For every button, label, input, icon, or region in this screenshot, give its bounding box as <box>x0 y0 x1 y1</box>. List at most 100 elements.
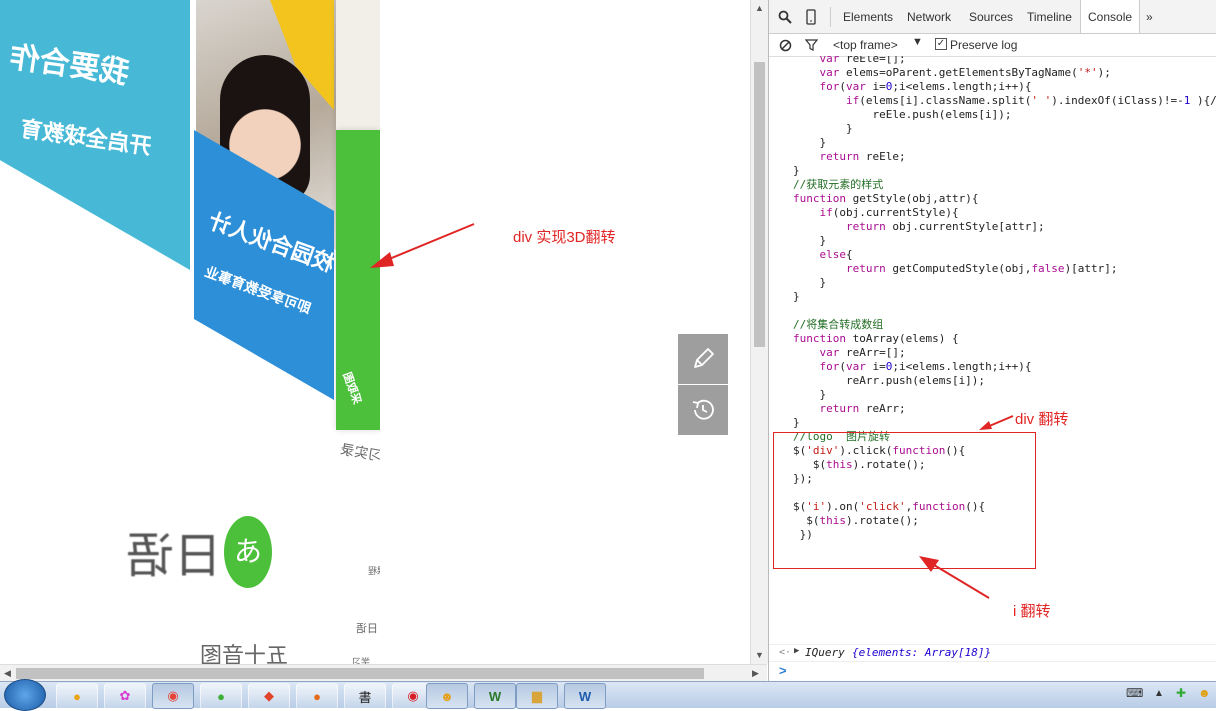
code-line: } <box>793 122 853 135</box>
clear-console-icon[interactable] <box>779 39 792 52</box>
code-line: reArr.push(elems[i]); <box>793 374 986 387</box>
scroll-down-arrow[interactable]: ▼ <box>755 650 764 660</box>
pencil-icon <box>694 348 714 368</box>
expand-triangle-icon[interactable]: ▶ <box>794 646 799 656</box>
vertical-scroll-thumb[interactable] <box>754 62 765 347</box>
console-output-detail[interactable]: {elements: Array[18]} <box>852 646 991 659</box>
code-line: } <box>793 290 800 303</box>
more-tabs-chevron-icon[interactable]: » <box>1146 0 1153 33</box>
taskbar-wps-icon[interactable]: W <box>474 683 516 709</box>
code-line: } <box>793 416 800 429</box>
console-input[interactable]: > <box>769 661 1216 680</box>
riyu-logo[interactable]: あ <box>224 516 272 588</box>
history-icon <box>692 399 714 420</box>
taskbar-book-icon[interactable]: 書 <box>344 683 386 709</box>
code-line: } <box>793 276 827 289</box>
taskbar-file-explorer-icon[interactable]: ▆ <box>516 683 558 709</box>
blue-card-subtitle: 即可享受教育事业 <box>202 263 314 317</box>
side-text-2: 日语 <box>356 622 378 635</box>
highlight-box <box>773 432 1036 569</box>
code-line: return reEle; <box>819 150 906 163</box>
side-text-1: 课程 <box>368 567 380 577</box>
green-card-text: 采取图 <box>340 370 363 406</box>
code-line: var elems=oParent.getElementsByTagName('… <box>819 66 1111 79</box>
scroll-up-arrow[interactable]: ▲ <box>755 3 764 13</box>
teal-card-subtitle: 开启全球教育 <box>18 115 153 160</box>
code-line: if(elems[i].className.split(' ').indexOf… <box>845 94 1216 107</box>
tab-network[interactable]: Network <box>907 0 951 33</box>
inspect-search-icon[interactable] <box>778 10 792 24</box>
tray-qq-icon[interactable]: ☻ <box>1198 686 1211 700</box>
code-line: //将集合转成数组 <box>793 318 884 331</box>
annotation-arrow-div3d <box>370 223 475 268</box>
taskbar-app-2-icon[interactable]: ✿ <box>104 683 146 709</box>
annotation-div-flip: div 翻转 <box>1015 411 1069 428</box>
code-line: var reEle=[]; <box>819 56 906 65</box>
tray-app-icon[interactable]: ✚ <box>1176 686 1186 700</box>
code-line: //获取元素的样式 <box>793 178 884 191</box>
gojuon-text: 五十音图 <box>200 644 289 664</box>
edit-tool-button[interactable] <box>678 334 728 384</box>
taskbar-word-icon[interactable]: W <box>564 683 606 709</box>
console-back-arrow-icon: <· <box>779 647 792 658</box>
annotation-div3d: div 实现3D翻转 <box>513 229 616 246</box>
taskbar-app-1-icon[interactable]: ● <box>56 683 98 709</box>
tab-console[interactable]: Console <box>1080 0 1141 33</box>
riyu-label: 日语 <box>126 528 223 584</box>
tab-sources[interactable]: Sources <box>969 0 1013 33</box>
page-horizontal-scrollbar[interactable]: ◀ ▶ <box>0 664 767 682</box>
code-line: } <box>793 164 800 177</box>
filter-icon[interactable] <box>805 39 818 51</box>
code-line: if(obj.currentStyle){ <box>819 206 959 219</box>
code-line: for(var i=0;i<elems.length;i++){ <box>819 360 1032 373</box>
tab-divider <box>830 7 831 27</box>
code-line: return obj.currentStyle[attr]; <box>845 220 1045 233</box>
tray-expand-icon[interactable]: ▲ <box>1154 688 1164 699</box>
horizontal-scroll-thumb[interactable] <box>16 668 704 679</box>
code-line: function getStyle(obj,attr){ <box>793 192 979 205</box>
scroll-right-arrow[interactable]: ▶ <box>752 668 759 679</box>
tab-timeline[interactable]: Timeline <box>1027 0 1072 33</box>
frame-select-chevron-down-icon[interactable]: ▼ <box>912 36 923 48</box>
frame-select[interactable]: <top frame> <box>833 38 898 52</box>
code-line: else{ <box>819 248 853 261</box>
devtools-panel: Elements Network Sources Timeline Consol… <box>768 0 1216 681</box>
code-line: function toArray(elems) { <box>793 332 959 345</box>
device-mode-icon[interactable] <box>806 9 816 25</box>
teal-card[interactable]: 我要合作 开启全球教育 <box>0 0 190 270</box>
taskbar-qq-icon[interactable]: ☻ <box>426 683 468 709</box>
start-orb-icon[interactable] <box>4 679 46 711</box>
card-caption: 取得学习实录 <box>339 441 380 473</box>
code-line: } <box>793 388 827 401</box>
flip-cards-3d[interactable]: 我要合作 开启全球教育 校园合伙人计 即可享受教育事业 采取图 取得学习实录 日… <box>0 0 380 664</box>
taskbar-firefox-icon[interactable]: ● <box>296 683 338 709</box>
history-tool-button[interactable] <box>678 385 728 435</box>
light-card <box>336 0 380 130</box>
annotation-arrow-i-flip <box>919 556 990 599</box>
taskbar-wechat-icon[interactable]: ● <box>200 683 242 709</box>
windows-taskbar: ● ✿ ◉ ● ◆ ● 書 ◉ ☻ W ▆ W ⌨ ▲ ✚ ☻ <box>0 679 1216 711</box>
console-output-row: <· ▶ IQuery {elements: Array[18]} <box>769 644 1216 661</box>
code-line: var reArr=[]; <box>819 346 906 359</box>
code-line: return reArr; <box>819 402 906 415</box>
console-toolbar: <top frame> ▼ ✓ Preserve log <box>769 34 1216 57</box>
page-viewport: 我要合作 开启全球教育 校园合伙人计 即可享受教育事业 采取图 取得学习实录 日… <box>0 0 750 664</box>
page-vertical-scrollbar[interactable]: ▲ ▼ <box>750 0 768 664</box>
teal-card-title: 我要合作 <box>7 40 132 91</box>
preserve-log-label: Preserve log <box>950 38 1018 52</box>
tab-elements[interactable]: Elements <box>843 0 893 33</box>
annotation-i-flip: i 翻转 <box>1013 603 1051 620</box>
preserve-log-checkbox[interactable]: ✓ <box>935 38 947 50</box>
green-card[interactable]: 采取图 <box>336 130 380 430</box>
devtools-tabbar: Elements Network Sources Timeline Consol… <box>769 0 1216 34</box>
code-line: reEle.push(elems[i]); <box>793 108 1012 121</box>
code-line: return getComputedStyle(obj,false)[attr]… <box>845 262 1118 275</box>
taskbar-chrome-icon[interactable]: ◉ <box>152 683 194 709</box>
keyboard-icon[interactable]: ⌨ <box>1126 686 1143 700</box>
code-line: } <box>793 234 827 247</box>
console-prompt-icon: > <box>779 663 787 678</box>
console-output-prefix[interactable]: IQuery <box>805 646 845 659</box>
side-text-3: 学习 <box>352 658 371 664</box>
scroll-left-arrow[interactable]: ◀ <box>4 668 11 679</box>
taskbar-git-icon[interactable]: ◆ <box>248 683 290 709</box>
